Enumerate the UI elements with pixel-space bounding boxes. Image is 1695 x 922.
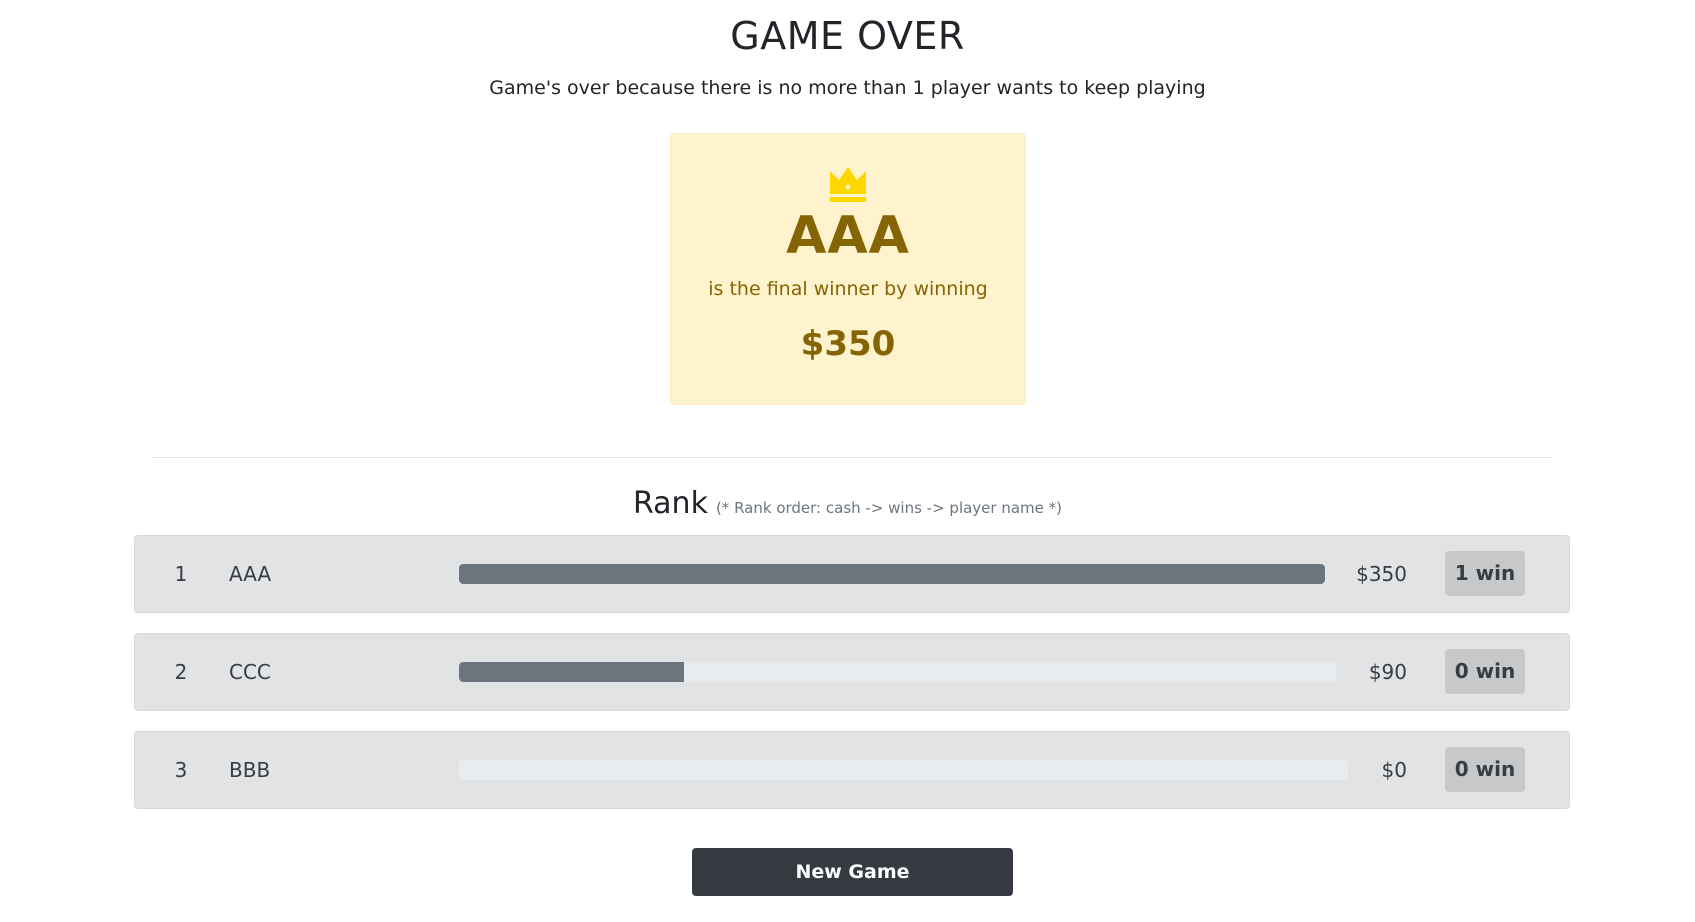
winner-amount: $350 bbox=[800, 324, 896, 364]
rank-row: 1 AAA $350 1 win bbox=[134, 535, 1570, 613]
player-cash: $0 bbox=[1381, 758, 1407, 782]
cash-progress-fill bbox=[459, 564, 1325, 584]
cash-progress-fill bbox=[459, 662, 685, 682]
rank-title: Rank bbox=[632, 486, 708, 521]
winner-name: AAA bbox=[786, 206, 910, 266]
player-name: CCC bbox=[229, 660, 271, 684]
rank-row: 2 CCC $90 0 win bbox=[134, 633, 1570, 711]
cash-progress-bar bbox=[459, 564, 1325, 584]
rank-position: 3 bbox=[174, 758, 188, 782]
player-cash: $90 bbox=[1368, 660, 1407, 684]
wins-badge: 0 win bbox=[1445, 649, 1525, 694]
player-name: BBB bbox=[229, 758, 271, 782]
page-title: GAME OVER bbox=[730, 14, 965, 58]
section-divider bbox=[151, 457, 1553, 458]
rank-position: 1 bbox=[174, 562, 188, 586]
cash-progress-bar bbox=[459, 760, 1348, 780]
player-name: AAA bbox=[229, 562, 272, 586]
winner-card: AAA is the final winner by winning $350 bbox=[670, 133, 1026, 405]
rank-position: 2 bbox=[174, 660, 188, 684]
wins-badge: 1 win bbox=[1445, 551, 1525, 596]
game-over-page: GAME OVER Game's over because there is n… bbox=[0, 0, 1695, 922]
cash-progress-bar bbox=[459, 662, 1336, 682]
rank-header: Rank (* Rank order: cash -> wins -> playe… bbox=[0, 486, 1695, 521]
player-cash: $350 bbox=[1356, 562, 1407, 586]
game-over-reason: Game's over because there is no more tha… bbox=[489, 77, 1206, 99]
new-game-button[interactable]: New Game bbox=[692, 848, 1013, 896]
rank-row: 3 BBB $0 0 win bbox=[134, 731, 1570, 809]
rank-order-note: (* Rank order: cash -> wins -> player na… bbox=[715, 499, 1063, 517]
wins-badge: 0 win bbox=[1445, 747, 1525, 792]
winner-caption: is the final winner by winning bbox=[708, 278, 988, 300]
crown-icon bbox=[830, 167, 866, 202]
